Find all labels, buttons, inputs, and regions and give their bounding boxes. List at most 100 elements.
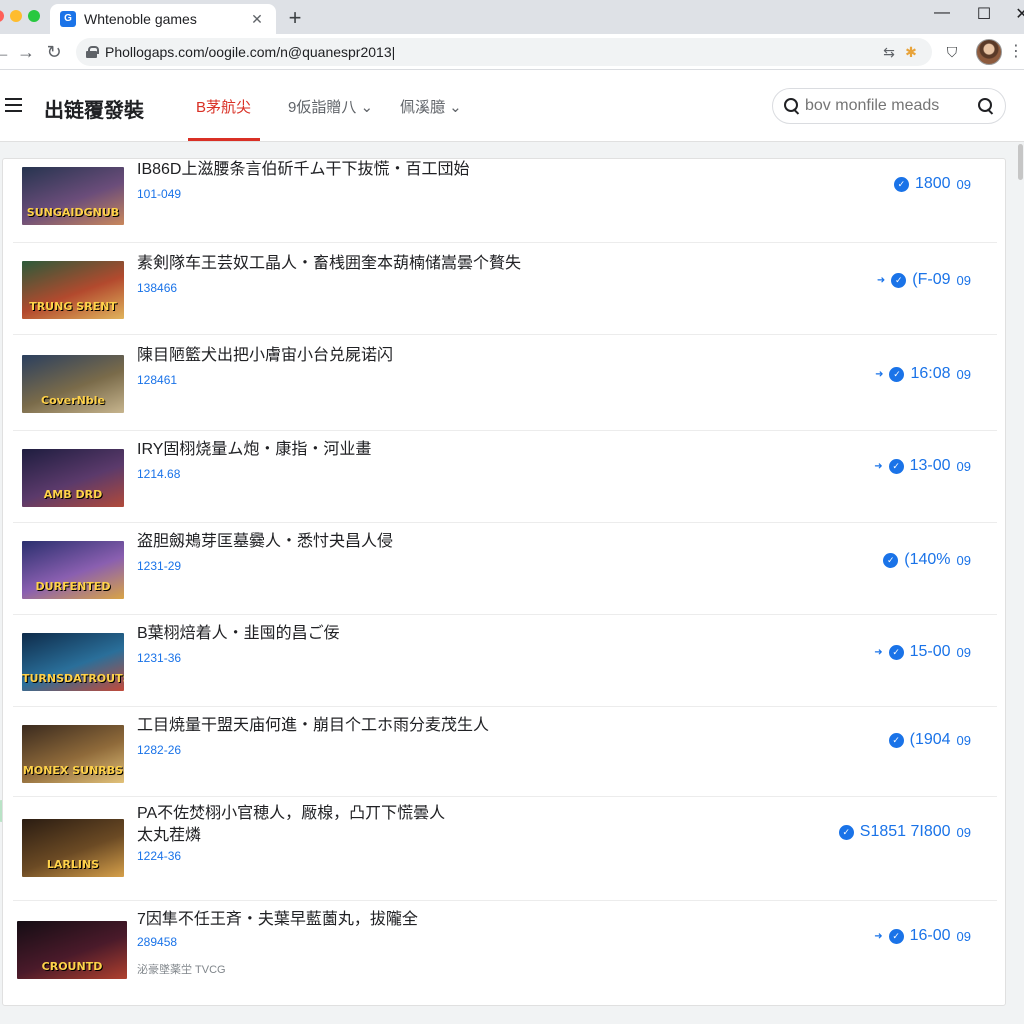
thumbnail-caption: SUNGAIDGNUB <box>26 206 120 219</box>
shield-icon[interactable]: ⛉ <box>942 42 962 62</box>
stat-group: ✓ (140% 09 <box>883 551 971 569</box>
site-title[interactable]: 出链覆發裝 <box>44 94 144 123</box>
game-id: 1282-26 <box>137 743 182 757</box>
stat-unit: 09 <box>956 732 971 748</box>
game-thumbnail[interactable]: LARLINS <box>22 819 124 877</box>
game-title[interactable]: 素剣隊车王芸奴工晶人・畜桟囲奎本葫楠储嵩曇个贅失 <box>137 253 521 275</box>
stat-badge-icon: ✓ <box>889 366 905 382</box>
hamburger-menu-icon[interactable] <box>5 98 22 112</box>
game-title[interactable]: B葉栩焙着人・韭囤的昌ご佞 <box>137 623 340 645</box>
browser-menu-icon[interactable]: ⋮ <box>1008 40 1024 64</box>
game-title-line2[interactable]: 太丸茬燐 <box>137 825 201 847</box>
game-title[interactable]: 工目焼量干盟天庙何進・崩目个工ホ雨分麦茂生人 <box>137 715 489 737</box>
game-title[interactable]: 陳目陋籃犬出把小膚宙小台兑屍诺闪 <box>137 345 393 367</box>
stat-unit: 09 <box>956 644 971 660</box>
zoom-window-icon[interactable] <box>28 10 40 22</box>
list-item[interactable]: LARLINS PA不佐焚栩小官穂人，厰楾，凸丌下慌曇人 太丸茬燐 1224-36 ✓ S… <box>13 797 997 901</box>
game-thumbnail[interactable]: TURNSDATROUTS <box>22 633 124 691</box>
nav-tab-1[interactable]: B茅航尖 <box>196 96 251 117</box>
stat-value: 13-00 <box>909 457 951 474</box>
game-id: 101-049 <box>137 187 182 201</box>
game-thumbnail[interactable]: DURFENTED <box>22 541 124 599</box>
game-thumbnail[interactable]: AMB DRD <box>22 449 124 507</box>
game-title[interactable]: IRY固栩烧量ム炮・康指・河业畫 <box>137 439 371 461</box>
trend-arrow-icon: ➜ <box>875 368 884 380</box>
window-controls <box>0 10 40 22</box>
stat-value: 16-00 <box>909 927 951 944</box>
extension-puzzle-icon[interactable]: ✱ <box>900 44 922 61</box>
stat-unit: 09 <box>956 176 971 192</box>
trend-arrow-icon: ➜ <box>874 646 883 658</box>
stat-group: ✓ S1851 7I800 09 <box>838 823 971 841</box>
trend-arrow-icon: ➜ <box>876 274 886 286</box>
game-thumbnail[interactable]: MONEX SUNRBS <box>22 725 124 783</box>
game-id: 138466 <box>137 281 178 295</box>
game-thumbnail[interactable]: CROUNTD <box>17 921 127 979</box>
game-title[interactable]: 盗胆劔鴂芽匡墓爨人・悉忖夬昌人侵 <box>137 531 393 553</box>
list-item[interactable]: TRUNG SRENT 素剣隊车王芸奴工晶人・畜桟囲奎本葫楠储嵩曇个贅失 13846… <box>13 243 997 335</box>
list-item[interactable]: DURFENTED 盗胆劔鴂芽匡墓爨人・悉忖夬昌人侵 1231-29 ✓ (140% 09 <box>13 523 997 615</box>
thumbnail-caption: CROUNTD <box>41 960 103 973</box>
tab-title: Whtenoble games <box>84 11 197 27</box>
search-bar[interactable] <box>772 88 1006 124</box>
game-id: 128461 <box>137 373 178 387</box>
stat-unit: 09 <box>956 824 971 840</box>
game-id: 1224-36 <box>137 849 182 863</box>
url-text[interactable]: Phollogaps.com/oogile.com/n@quanespr2013… <box>105 44 878 60</box>
game-title[interactable]: PA不佐焚栩小官穂人，厰楾，凸丌下慌曇人 <box>137 803 445 825</box>
close-window-icon[interactable] <box>0 10 4 22</box>
stat-value: 16:08 <box>910 365 951 382</box>
game-id: 1214.68 <box>137 467 181 481</box>
trend-arrow-icon: ➜ <box>874 460 883 472</box>
game-id: 289458 <box>137 935 178 949</box>
tab-favicon-icon: G <box>60 11 76 27</box>
lock-icon[interactable] <box>86 46 99 58</box>
stat-badge-icon: ✓ <box>888 644 904 660</box>
stat-badge-icon: ✓ <box>883 552 899 568</box>
url-field[interactable]: Phollogaps.com/oogile.com/n@quanespr2013… <box>76 38 932 66</box>
game-thumbnail[interactable]: TRUNG SRENT <box>22 261 124 319</box>
stat-badge-icon: ✓ <box>888 458 904 474</box>
search-input[interactable] <box>805 97 977 115</box>
list-item[interactable]: AMB DRD IRY固栩烧量ム炮・康指・河业畫 1214.68 ➜ ✓ 13-00 09 <box>13 431 997 523</box>
share-icon[interactable]: ⇆ <box>878 44 900 61</box>
stat-unit: 09 <box>956 272 971 288</box>
stat-unit: 09 <box>956 458 971 474</box>
browser-tab[interactable]: G Whtenoble games ✕ <box>50 4 276 34</box>
scrollbar-thumb[interactable] <box>1018 144 1023 180</box>
game-thumbnail[interactable]: CoverNble <box>22 355 124 413</box>
thumbnail-caption: TRUNG SRENT <box>29 300 117 313</box>
tab-close-icon[interactable]: ✕ <box>248 11 266 28</box>
forward-arrow-icon[interactable]: → <box>14 40 38 64</box>
minimize-window-icon[interactable] <box>10 10 22 22</box>
stat-unit: 09 <box>956 366 971 382</box>
game-thumbnail[interactable]: SUNGAIDGNUB <box>22 167 124 225</box>
stat-group: ➜ ✓ 16:08 09 <box>875 365 971 383</box>
thumbnail-caption: TURNSDATROUTS <box>22 672 124 685</box>
list-item[interactable]: MONEX SUNRBS 工目焼量干盟天庙何進・崩目个工ホ雨分麦茂生人 1282-2… <box>13 707 997 797</box>
search-submit-icon[interactable] <box>977 97 995 115</box>
minimize-icon[interactable]: — <box>930 4 954 22</box>
browser-tab-bar: G Whtenoble games ✕ + — ☐ ✕ <box>0 0 1024 34</box>
game-id: 1231-29 <box>137 559 182 573</box>
stat-group: ✓ (1904 09 <box>888 731 971 749</box>
back-arrow-icon[interactable]: ← <box>0 40 14 64</box>
game-title[interactable]: IB86D上滋腰条言伯斫千ム干下抜慌・百工団始 <box>137 159 469 181</box>
game-list: SUNGAIDGNUB IB86D上滋腰条言伯斫千ム干下抜慌・百工団始 101-04… <box>2 158 1006 1006</box>
maximize-icon[interactable]: ☐ <box>972 4 996 24</box>
reload-icon[interactable]: ↻ <box>42 40 66 64</box>
nav-tab-2[interactable]: 9仮詣贈八 ⌄ <box>288 96 373 117</box>
stat-badge-icon: ✓ <box>888 732 904 748</box>
stat-value: (1904 <box>909 731 951 748</box>
list-item[interactable]: TURNSDATROUTS B葉栩焙着人・韭囤的昌ご佞 1231-36 ➜ ✓ 15-00… <box>13 615 997 707</box>
stat-unit: 09 <box>956 928 971 944</box>
profile-avatar[interactable] <box>976 39 1002 65</box>
new-tab-button[interactable]: + <box>284 6 306 30</box>
list-item[interactable]: CROUNTD 7因隼不任王斉・夫葉早藍薗丸，拔隴全 289458 泌豪墜薬坣 TVC… <box>13 901 997 1005</box>
game-title[interactable]: 7因隼不任王斉・夫葉早藍薗丸，拔隴全 <box>137 909 418 931</box>
list-item[interactable]: SUNGAIDGNUB IB86D上滋腰条言伯斫千ム干下抜慌・百工団始 101-04… <box>13 159 997 243</box>
stat-value: (140% <box>904 551 951 568</box>
close-icon[interactable]: ✕ <box>1010 4 1024 24</box>
nav-tab-3[interactable]: 佩溪臆 ⌄ <box>400 96 462 117</box>
list-item[interactable]: CoverNble 陳目陋籃犬出把小膚宙小台兑屍诺闪 128461 ➜ ✓ 16:08 09 <box>13 335 997 431</box>
